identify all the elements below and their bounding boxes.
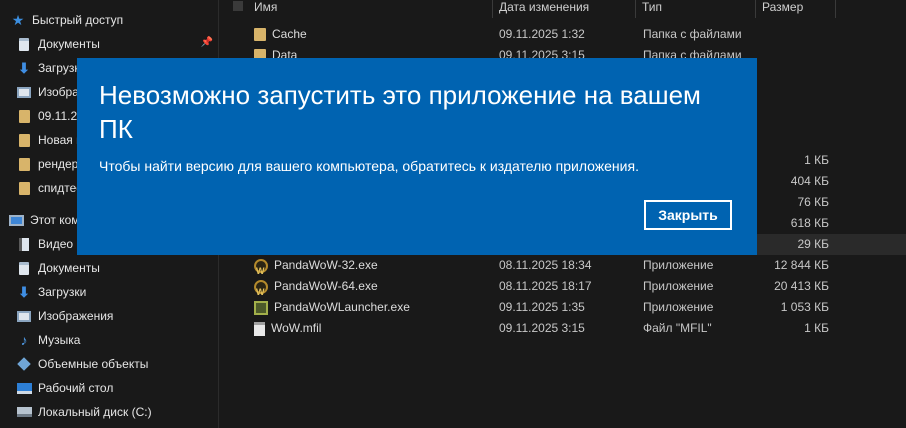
pin-icon: 📌	[200, 37, 213, 48]
downloads-icon: ⬇	[18, 59, 30, 76]
star-icon: ★	[11, 11, 25, 28]
documents-icon	[16, 260, 32, 276]
sidebar-item-pictures[interactable]: Изображения	[0, 304, 219, 328]
dialog-message: Чтобы найти версию для вашего компьютера…	[99, 158, 639, 174]
sidebar-item-documents[interactable]: Документы	[0, 256, 219, 280]
error-dialog: Невозможно запустить это приложение на в…	[77, 58, 757, 255]
file-row-pandawow-64[interactable]: W PandaWoW-64.exe 08.11.2025 18:17 Прило…	[220, 276, 906, 297]
file-icon	[254, 321, 265, 336]
downloads-icon: ⬇	[18, 283, 30, 300]
documents-icon	[16, 36, 32, 52]
column-header-size[interactable]: Размер	[756, 0, 836, 18]
pictures-icon	[16, 308, 32, 324]
sidebar-item-documents-pinned[interactable]: Документы 📌	[0, 32, 219, 56]
column-header-type[interactable]: Тип	[636, 0, 756, 18]
videos-icon	[16, 236, 32, 252]
file-row-pandawow-launcher[interactable]: PandaWoWLauncher.exe 09.11.2025 1:35 При…	[220, 297, 906, 318]
wow-app-icon: W	[254, 279, 268, 297]
3d-objects-icon	[16, 356, 32, 372]
folder-icon	[16, 156, 32, 172]
sidebar-item-downloads[interactable]: ⬇ Загрузки	[0, 280, 219, 304]
launcher-app-icon	[254, 300, 268, 315]
sidebar-item-quick-access[interactable]: ★ Быстрый доступ	[0, 8, 219, 32]
local-disk-icon	[16, 404, 32, 420]
folder-icon	[16, 180, 32, 196]
sidebar-item-3d-objects[interactable]: Объемные объекты	[0, 352, 219, 376]
column-header-name[interactable]: Имя	[248, 0, 493, 18]
wow-app-icon: W	[254, 258, 268, 276]
folder-icon	[254, 28, 266, 41]
dialog-title: Невозможно запустить это приложение на в…	[99, 80, 701, 144]
sidebar-item-music[interactable]: ♪ Музыка	[0, 328, 219, 352]
sidebar-item-desktop[interactable]: Рабочий стол	[0, 376, 219, 400]
pictures-icon	[16, 84, 32, 100]
folder-icon	[16, 132, 32, 148]
select-all-checkbox[interactable]	[233, 1, 243, 11]
column-header-date[interactable]: Дата изменения	[493, 0, 636, 18]
close-button[interactable]: Закрыть	[644, 200, 732, 230]
sidebar-item-local-disk-c[interactable]: Локальный диск (C:)	[0, 400, 219, 424]
file-row-wow-mfil[interactable]: WoW.mfil 09.11.2025 3:15 Файл "MFIL" 1 К…	[220, 318, 906, 339]
column-header: Имя Дата изменения Тип Размер	[220, 0, 906, 18]
this-pc-icon	[8, 212, 24, 228]
desktop-icon	[16, 380, 32, 396]
file-row-pandawow-32[interactable]: W PandaWoW-32.exe 08.11.2025 18:34 Прило…	[220, 255, 906, 276]
folder-icon	[16, 108, 32, 124]
file-row-cache[interactable]: Cache 09.11.2025 1:32 Папка с файлами	[220, 24, 906, 45]
music-icon: ♪	[20, 332, 28, 348]
